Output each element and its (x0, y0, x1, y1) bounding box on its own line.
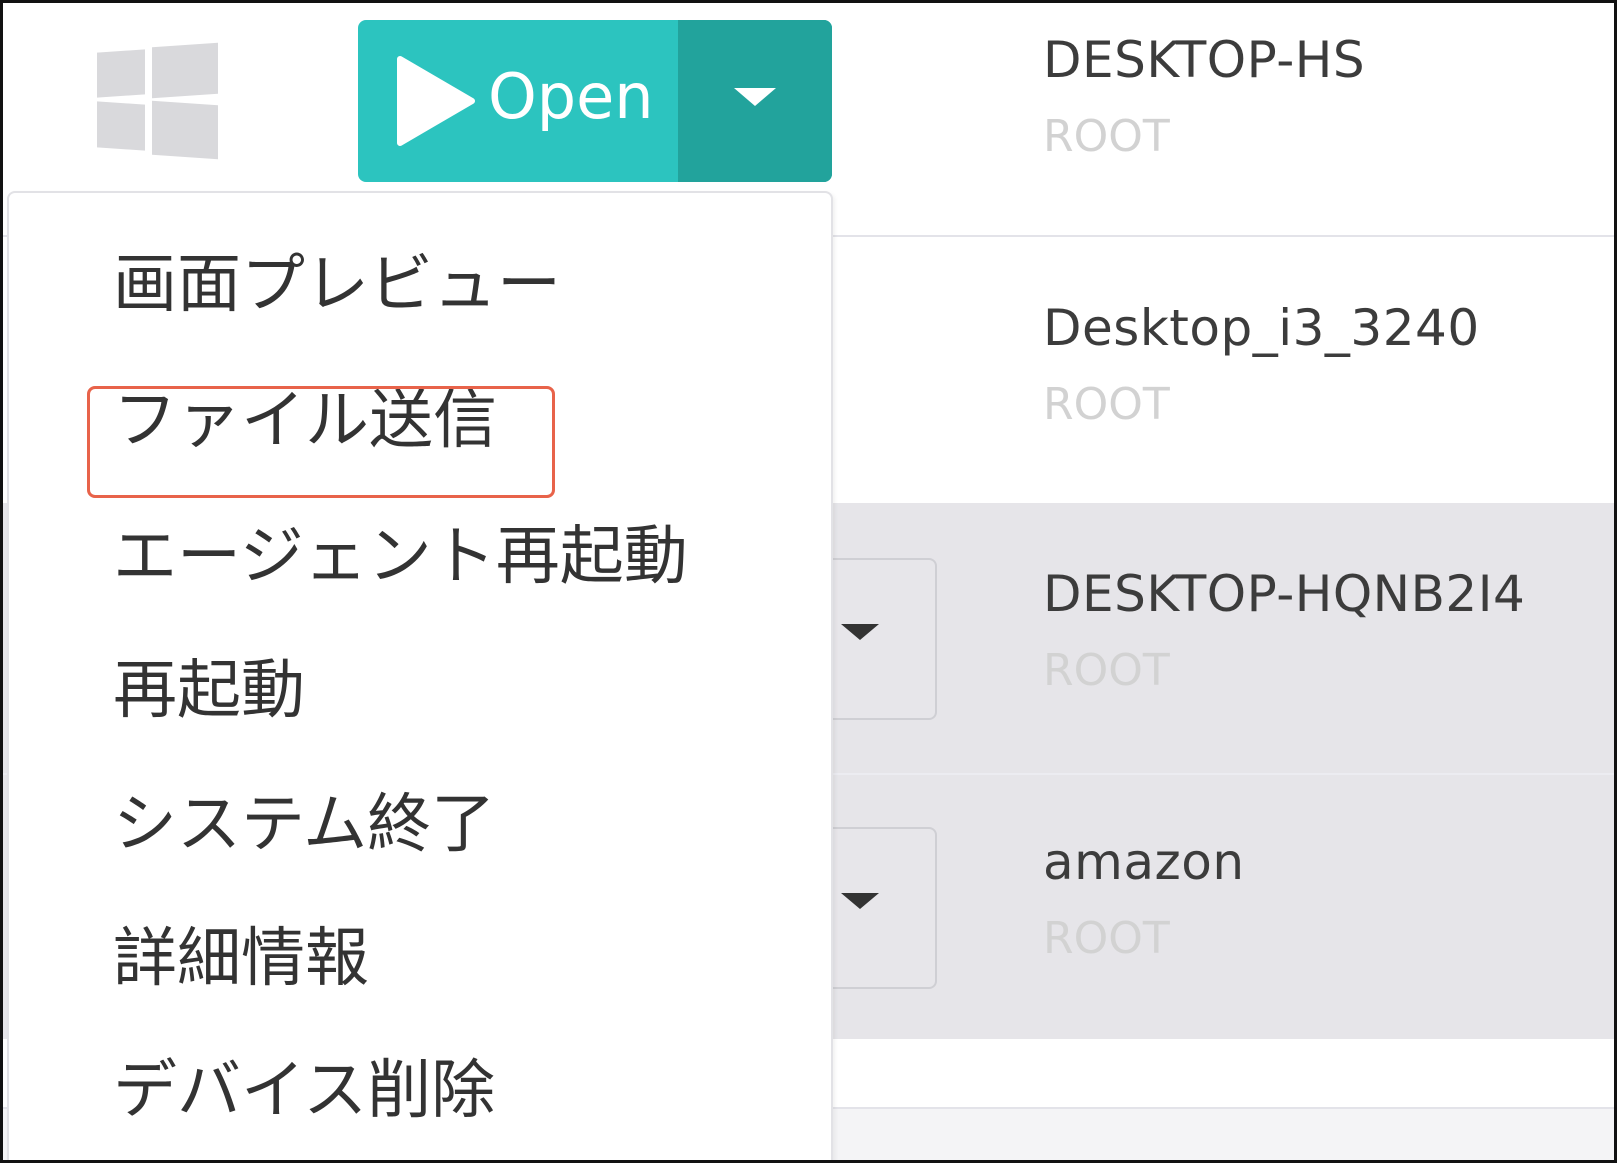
menu-item-delete-device[interactable]: デバイス削除 (113, 1059, 495, 1123)
windows-logo-icon (97, 41, 221, 163)
open-button[interactable]: Open (358, 20, 678, 182)
device-group: ROOT (1043, 111, 1170, 162)
device-name: DESKTOP-HS (1043, 31, 1366, 89)
device-group: ROOT (1043, 913, 1170, 964)
open-button-label: Open (488, 60, 654, 133)
play-icon (397, 56, 475, 146)
device-context-menu: 画面プレビュー ファイル送信 エージェント再起動 再起動 システム終了 詳細情報… (7, 191, 833, 1160)
app-window: DESKTOP-HS ROOT Desktop_i3_3240 ROOT DES… (0, 0, 1617, 1163)
menu-item-reboot[interactable]: 再起動 (113, 659, 305, 723)
chevron-down-icon (841, 624, 879, 640)
menu-item-screen-preview[interactable]: 画面プレビュー (113, 253, 561, 317)
chevron-down-icon (841, 893, 879, 909)
device-name: amazon (1043, 833, 1245, 891)
open-split-button: Open (358, 20, 832, 182)
chevron-down-icon (734, 88, 776, 106)
device-group: ROOT (1043, 379, 1170, 430)
device-name: DESKTOP-HQNB2I4 (1043, 565, 1526, 623)
menu-item-details[interactable]: 詳細情報 (113, 927, 369, 991)
menu-item-restart-agent[interactable]: エージェント再起動 (113, 525, 688, 589)
highlight-box (87, 386, 555, 498)
device-group: ROOT (1043, 645, 1170, 696)
device-name: Desktop_i3_3240 (1043, 299, 1480, 357)
menu-item-shutdown[interactable]: システム終了 (113, 793, 495, 857)
open-dropdown-toggle[interactable] (678, 20, 832, 182)
